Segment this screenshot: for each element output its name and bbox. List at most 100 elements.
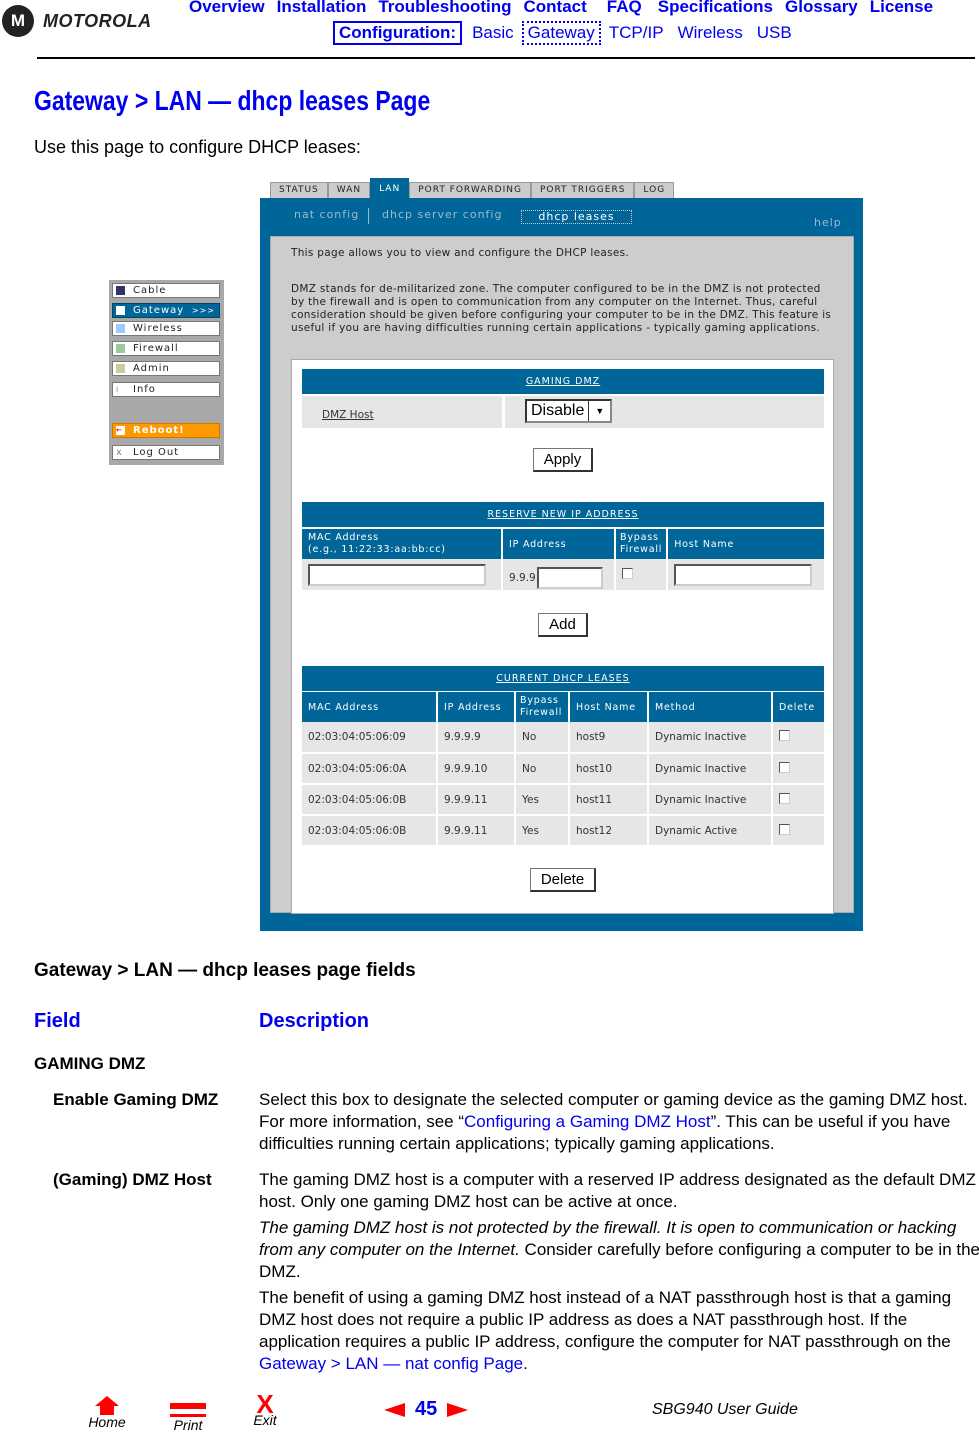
next-page-arrow-icon[interactable]: [447, 1402, 469, 1417]
print-icon: [170, 1403, 206, 1417]
print-button[interactable]: Print: [168, 1403, 208, 1433]
method-cell: Dynamic Active: [647, 815, 773, 847]
config-basic[interactable]: Basic: [472, 23, 514, 43]
delete-cell: [771, 753, 824, 785]
home-icon: [95, 1396, 119, 1406]
router-sidebar: Cable Gateway >>> Wireless Firewall Admin…: [109, 280, 224, 465]
subtab-dhcp-server-config[interactable]: dhcp server config: [382, 208, 502, 221]
host-name-input[interactable]: [674, 563, 813, 586]
col-bypass: Bypass Firewall: [514, 692, 570, 722]
config-label[interactable]: Configuration:: [333, 21, 463, 45]
home-button[interactable]: Home: [87, 1396, 127, 1430]
page-number: 45: [415, 1398, 438, 1420]
col-description-heading: Description: [259, 1010, 370, 1032]
link-nat-config[interactable]: Gateway > LAN — nat config Page: [259, 1354, 523, 1373]
ip-octet-input[interactable]: [537, 566, 604, 589]
nav-troubleshooting[interactable]: Troubleshooting: [378, 0, 511, 16]
config-usb[interactable]: USB: [757, 23, 792, 43]
nav-faq[interactable]: FAQ: [607, 0, 642, 16]
wireless-square-icon: [116, 324, 125, 333]
link-configuring-gaming-dmz[interactable]: Configuring a Gaming DMZ Host: [464, 1112, 711, 1131]
reserve-ip-section: RESERVE NEW IP ADDRESS MAC Address (e.g.,…: [302, 502, 824, 637]
delete-cell: [771, 784, 824, 816]
help-link[interactable]: help: [814, 216, 842, 229]
sidebar-item-firewall[interactable]: Firewall: [112, 341, 220, 356]
current-leases-section: CURRENT DHCP LEASES MAC Address IP Addre…: [302, 666, 824, 892]
motorola-logo: M MOTOROLA: [2, 5, 152, 37]
gateway-square-icon: [116, 306, 125, 315]
delete-lease-checkbox[interactable]: [779, 823, 790, 835]
delete-lease-checkbox[interactable]: [779, 730, 790, 741]
sidebar-item-cable[interactable]: Cable: [112, 283, 220, 298]
gaming-dmz-section: GAMING DMZ DMZ Host Disable ▼ Apply: [302, 369, 824, 472]
nav-specifications[interactable]: Specifications: [658, 0, 773, 16]
content-area: This page allows you to view and configu…: [270, 236, 854, 914]
ip-prefix: 9.9.9.: [509, 571, 540, 584]
col-host: Host Name: [568, 692, 649, 722]
mac-cell: 02:03:04:05:06:0B: [302, 784, 438, 816]
motorola-batwing-icon: M: [2, 5, 34, 37]
logout-x-icon: x: [116, 447, 123, 458]
router-tabs: STATUS WAN LAN PORT FORWARDING PORT TRIG…: [270, 178, 675, 198]
bypass-firewall-checkbox[interactable]: [622, 567, 633, 579]
nav-installation[interactable]: Installation: [277, 0, 367, 16]
leases-table: MAC Address IP Address Bypass Firewall Ho…: [302, 692, 824, 847]
subtab-dhcp-leases[interactable]: dhcp leases: [521, 210, 632, 224]
delete-cell: [771, 815, 824, 847]
delete-button[interactable]: Delete: [529, 868, 597, 892]
subtab-nat-config[interactable]: nat config: [294, 208, 359, 221]
sidebar-item-info[interactable]: i Info: [112, 382, 220, 397]
tab-port-triggers[interactable]: PORT TRIGGERS: [530, 182, 635, 198]
config-wireless[interactable]: Wireless: [678, 23, 743, 43]
sidebar-item-reboot[interactable]: ← Reboot!: [112, 423, 220, 438]
ip-cell: 9.9.9.11: [436, 815, 516, 847]
nav-contact[interactable]: Contact: [524, 0, 587, 16]
sidebar-item-admin[interactable]: Admin: [112, 361, 220, 376]
add-button[interactable]: Add: [538, 613, 588, 637]
dmz-description: DMZ stands for de-militarized zone. The …: [291, 283, 832, 334]
config-tcpip[interactable]: TCP/IP: [609, 23, 664, 43]
lease-row: 02:03:04:05:06:09 9.9.9.9 No host9 Dynamic I…: [302, 722, 824, 754]
sidebar-item-wireless[interactable]: Wireless: [112, 321, 220, 336]
tab-lan[interactable]: LAN: [370, 178, 410, 198]
tab-port-forwarding[interactable]: PORT FORWARDING: [409, 182, 531, 198]
delete-cell: [771, 722, 824, 754]
apply-button[interactable]: Apply: [532, 448, 594, 472]
host-cell: host12: [568, 815, 649, 847]
nav-overview[interactable]: Overview: [189, 0, 265, 16]
desc-enable-gaming-dmz: Select this box to designate the selecte…: [259, 1090, 968, 1153]
mac-address-input[interactable]: [308, 563, 486, 586]
sidebar-item-gateway[interactable]: Gateway >>>: [112, 303, 220, 318]
bypass-cell: Yes: [514, 815, 570, 847]
tab-status[interactable]: STATUS: [270, 182, 328, 198]
nav-glossary[interactable]: Glossary: [785, 0, 858, 16]
tab-log[interactable]: LOG: [634, 182, 675, 198]
reboot-arrow-icon: ←: [116, 426, 125, 435]
col-method: Method: [647, 692, 773, 722]
config-gateway[interactable]: Gateway: [521, 21, 601, 45]
col-ip: IP Address: [436, 692, 516, 722]
method-cell: Dynamic Inactive: [647, 722, 773, 754]
delete-lease-checkbox[interactable]: [779, 761, 790, 773]
col-mac: MAC Address (e.g., 11:22:33:aa:bb:cc): [302, 529, 503, 559]
firewall-square-icon: [116, 344, 125, 353]
page-description: This page allows you to view and configu…: [291, 247, 630, 259]
sidebar-item-logout[interactable]: x Log Out: [112, 445, 220, 460]
chevron-down-icon[interactable]: ▼: [588, 401, 610, 421]
prev-page-arrow-icon[interactable]: [384, 1402, 405, 1417]
col-ip: IP Address: [501, 529, 616, 559]
nav-license[interactable]: License: [870, 0, 933, 16]
guide-title: SBG940 User Guide: [652, 1401, 798, 1418]
group-gaming-dmz: GAMING DMZ: [34, 1054, 146, 1073]
host-cell: host9: [568, 722, 649, 754]
ip-cell: 9.9.9.9: [436, 722, 516, 754]
fields-heading: Gateway > LAN — dhcp leases page fields: [34, 960, 416, 981]
reserve-ip-header: RESERVE NEW IP ADDRESS: [302, 502, 824, 527]
bypass-cell: No: [514, 753, 570, 785]
tab-wan[interactable]: WAN: [327, 182, 371, 198]
exit-button[interactable]: X Exit: [248, 1391, 282, 1428]
delete-lease-checkbox[interactable]: [779, 792, 790, 804]
lease-row: 02:03:04:05:06:0B 9.9.9.11 Yes host11 Dynami…: [302, 784, 824, 816]
mac-cell: 02:03:04:05:06:0A: [302, 753, 438, 785]
dmz-host-select[interactable]: Disable ▼: [525, 399, 613, 423]
